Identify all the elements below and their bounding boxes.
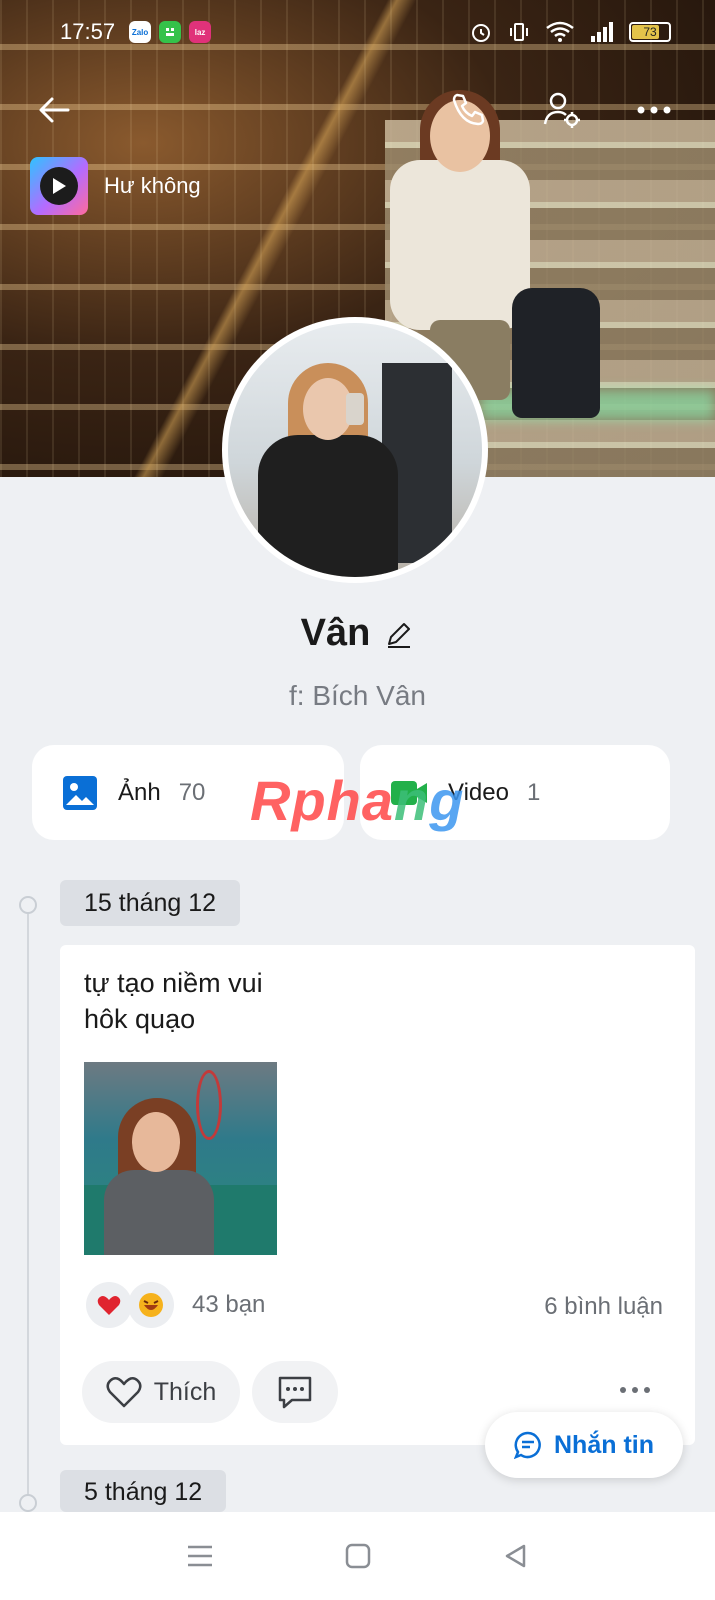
system-nav-bar — [0, 1512, 715, 1600]
more-dots-icon — [637, 106, 671, 114]
post-text: tự tạo niềm vui hôk quạo — [84, 968, 263, 1034]
image-icon — [63, 775, 97, 810]
post-more-button[interactable] — [613, 1375, 657, 1405]
profile-name-row: Vân — [0, 612, 715, 655]
status-bar: 17:57 Zalo laz 73 — [0, 0, 715, 64]
home-square-icon[interactable] — [344, 1542, 372, 1570]
chat-icon — [514, 1431, 541, 1459]
watermark: Rphang — [250, 769, 465, 832]
user-gear-icon — [543, 92, 580, 128]
message-label: Nhắn tin — [554, 1430, 654, 1459]
cover-bag — [512, 288, 600, 418]
zalo-app-icon: Zalo — [129, 21, 152, 43]
like-label: Thích — [153, 1377, 217, 1406]
comment-button[interactable] — [252, 1361, 338, 1423]
laugh-reaction-icon — [128, 1282, 174, 1328]
edit-pencil-icon[interactable] — [384, 619, 414, 649]
vibrate-icon — [510, 23, 528, 41]
status-time: 17:57 — [60, 19, 116, 44]
battery-level: 73 — [643, 25, 657, 39]
reactions-count: 43 bạn — [192, 1291, 266, 1318]
phone-icon — [452, 93, 485, 126]
profile-music[interactable]: Hư không — [30, 157, 280, 215]
play-button[interactable] — [40, 167, 78, 205]
photos-label: Ảnh — [118, 778, 161, 806]
back-button[interactable] — [30, 86, 78, 134]
timeline-dot — [19, 1494, 37, 1512]
next-post-date: 5 tháng 12 — [60, 1470, 227, 1512]
timeline-dot — [19, 896, 37, 914]
play-icon — [53, 178, 66, 194]
green-app-icon — [159, 21, 182, 43]
timeline-post[interactable]: tự tạo niềm vui hôk quạo 43 bạn 6 bình l… — [60, 945, 695, 1445]
photos-count: 70 — [178, 778, 206, 806]
post-date: 15 tháng 12 — [60, 880, 241, 926]
timeline-line — [27, 903, 29, 1523]
music-title: Hư không — [104, 173, 201, 198]
comments-count[interactable]: 6 bình luận — [544, 1293, 663, 1321]
music-thumbnail — [30, 157, 88, 215]
reactions-summary[interactable]: 43 bạn — [86, 1282, 265, 1328]
profile-name: Vân — [300, 612, 371, 654]
profile-settings-button[interactable] — [538, 86, 586, 134]
videos-count: 1 — [526, 778, 541, 806]
back-triangle-icon[interactable] — [502, 1542, 530, 1570]
heart-outline-icon — [106, 1376, 142, 1408]
profile-subname: f: Bích Vân — [289, 680, 426, 711]
avatar[interactable] — [222, 317, 488, 583]
battery-icon: 73 — [629, 22, 671, 42]
more-options-button[interactable] — [630, 86, 678, 134]
more-dots-icon — [620, 1387, 650, 1393]
call-button[interactable] — [444, 86, 492, 134]
signal-icon — [591, 22, 613, 42]
heart-reaction-icon — [86, 1282, 132, 1328]
like-button[interactable]: Thích — [82, 1361, 240, 1423]
wifi-icon — [546, 21, 574, 42]
post-photo[interactable] — [84, 1062, 277, 1255]
alarm-icon — [472, 24, 490, 42]
menu-icon[interactable] — [185, 1543, 215, 1569]
comment-bubble-icon — [278, 1376, 312, 1409]
message-button[interactable]: Nhắn tin — [485, 1412, 683, 1478]
arrow-left-icon — [39, 97, 70, 123]
lazada-app-icon: laz — [189, 21, 212, 43]
